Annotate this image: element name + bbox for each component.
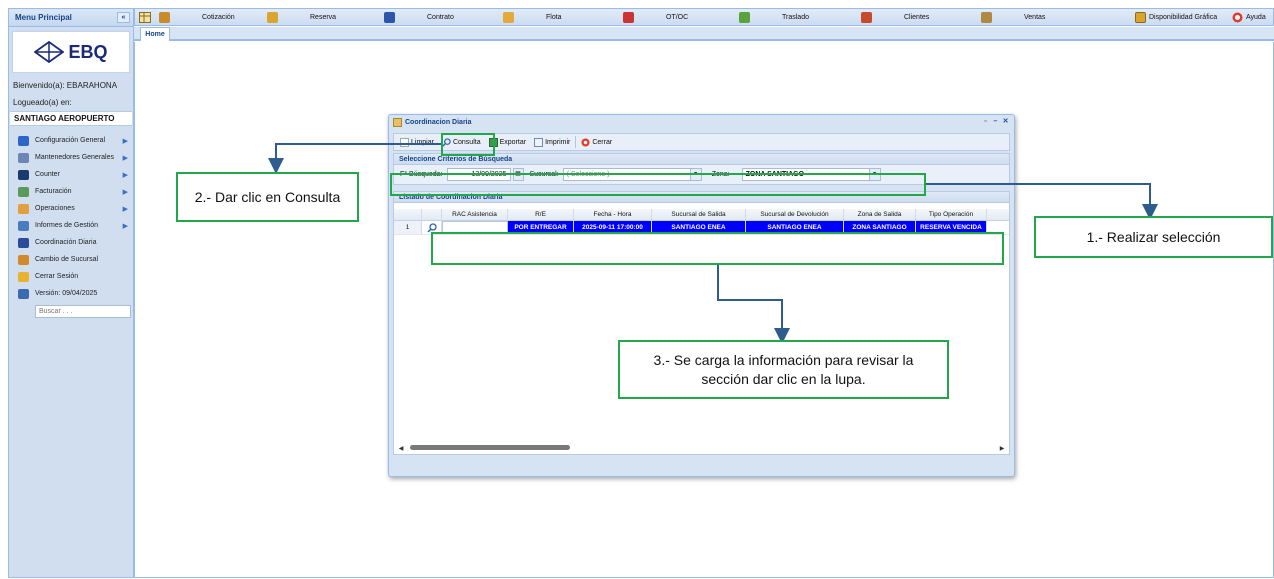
annotation-arrows: [268, 143, 1158, 344]
arrow-step2: [268, 143, 441, 174]
arrow-step1: [926, 183, 1158, 220]
arrow-step3: [717, 265, 790, 344]
callout-step1: 1.- Realizar selección: [1034, 216, 1273, 258]
callout-step3: 3.- Se carga la información para revisar…: [618, 340, 949, 399]
callout-step2: 2.- Dar clic en Consulta: [176, 172, 359, 222]
